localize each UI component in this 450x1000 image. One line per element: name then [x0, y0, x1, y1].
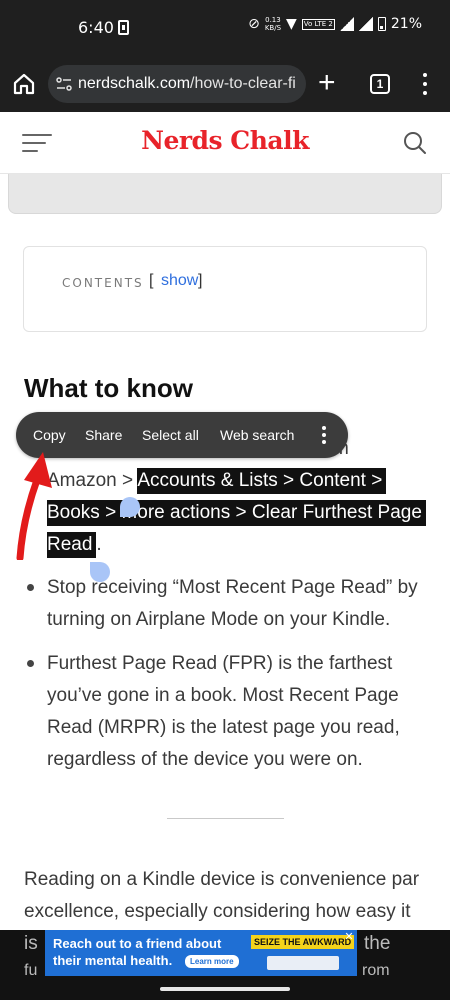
url-host: nerdschalk.com [78, 75, 191, 92]
ad-headline-2: their mental health. [53, 953, 173, 968]
banner-ad[interactable]: Reach out to a friend about their mental… [45, 930, 357, 976]
bullet-dot [27, 584, 34, 591]
selected-text: Accounts & Lists > Content > [137, 468, 387, 494]
status-icons: ⊘ 0.13 KB/S ▼ Vo LTE 2 21% [248, 16, 422, 32]
paragraph-line-3-right: the [364, 933, 391, 954]
bullet-1-line-2: Amazon > Accounts & Lists > Content > [47, 468, 387, 494]
paragraph-line-3-left: is [24, 933, 38, 954]
home-gesture-handle[interactable] [160, 987, 290, 991]
bullet-2-line-1: Stop receiving “Most Recent Page Read” b… [47, 577, 418, 598]
ad-close-icon[interactable]: ✕ [343, 931, 355, 943]
url-path: /how-to-clear-fi [190, 75, 296, 92]
status-time: 6:40 [78, 18, 114, 37]
section-heading: What to know [24, 373, 193, 403]
address-bar[interactable]: nerdschalk.com/how-to-clear-fi [48, 65, 306, 103]
paragraph-line-2: excellence, especially considering how e… [24, 901, 411, 922]
sim-icon [118, 20, 129, 35]
selected-text-2: Books > More actions > Clear Furthest Pa… [47, 500, 426, 526]
browser-toolbar: nerdschalk.com/how-to-clear-fi + 1 [0, 56, 450, 112]
ad-sponsor-logos [267, 956, 339, 970]
selection-start-handle[interactable] [120, 497, 140, 517]
bullet-3-line-1: Furthest Page Read (FPR) is the farthest [47, 653, 393, 674]
copy-button[interactable]: Copy [33, 427, 66, 443]
browser-menu-icon[interactable] [418, 70, 432, 98]
network-speed-value: 0.13 [265, 16, 281, 24]
network-speed: 0.13 KB/S [265, 16, 281, 32]
mute-icon: ⊘ [248, 16, 260, 32]
site-logo[interactable]: Nerds Chalk [0, 126, 450, 155]
battery-icon [377, 17, 386, 31]
bullet-1-period: . [96, 534, 102, 555]
table-of-contents: CONTENTS [ show ] [23, 246, 427, 332]
share-button[interactable]: Share [85, 427, 122, 443]
network-speed-unit: KB/S [264, 24, 282, 32]
site-header: Nerds Chalk [0, 112, 450, 174]
bullet-3-line-2: you’ve gone in a book. Most Recent Page [47, 685, 399, 706]
web-search-button[interactable]: Web search [220, 427, 294, 443]
ad-campaign-tag: SEIZE THE AWKWARD [251, 935, 355, 949]
toc-show-link[interactable]: show [161, 272, 198, 290]
signal-icon [339, 17, 354, 31]
new-tab-icon[interactable]: + [318, 68, 336, 98]
lte-badge: Vo LTE 2 [301, 18, 335, 30]
ad-learn-more-button[interactable]: Learn more [185, 955, 239, 968]
toc-bracket-open: [ [149, 272, 154, 289]
wifi-icon: ▼ [286, 16, 297, 32]
section-divider [167, 818, 284, 819]
toc-bracket-close: ] [198, 272, 203, 289]
status-bar: 6:40 ⊘ 0.13 KB/S ▼ Vo LTE 2 21% [0, 0, 450, 56]
more-vert-icon[interactable] [321, 426, 327, 444]
bullet-dot [27, 660, 34, 667]
tab-switcher-button[interactable]: 1 [370, 74, 390, 94]
bullet-3-line-4: regardless of the device you were on. [47, 749, 363, 770]
ad-placeholder [8, 174, 442, 214]
text-selection-menu: Copy Share Select all Web search [16, 412, 348, 458]
site-settings-icon[interactable] [56, 77, 72, 91]
ad-headline-1: Reach out to a friend about [53, 936, 222, 951]
system-nav-bar [0, 978, 450, 1000]
toc-label: CONTENTS [62, 276, 144, 290]
battery-percent: 21% [390, 16, 422, 32]
red-arrow-annotation [16, 452, 52, 560]
url-text[interactable]: nerdschalk.com/how-to-clear-fi [78, 75, 296, 93]
home-icon[interactable] [10, 70, 38, 98]
search-icon[interactable] [403, 131, 427, 155]
bullet-3-line-3: Read (MRPR) is the latest page you read, [47, 717, 400, 738]
select-all-button[interactable]: Select all [142, 427, 199, 443]
signal-icon-2 [358, 17, 373, 31]
paragraph-line-1: Reading on a Kindle device is convenienc… [24, 869, 420, 890]
bullet-1-line-3: Books > More actions > Clear Furthest Pa… [47, 500, 426, 526]
bullet-1-text-plain: Amazon > [47, 470, 138, 491]
bullet-2-line-2: turning on Airplane Mode on your Kindle. [47, 609, 391, 630]
